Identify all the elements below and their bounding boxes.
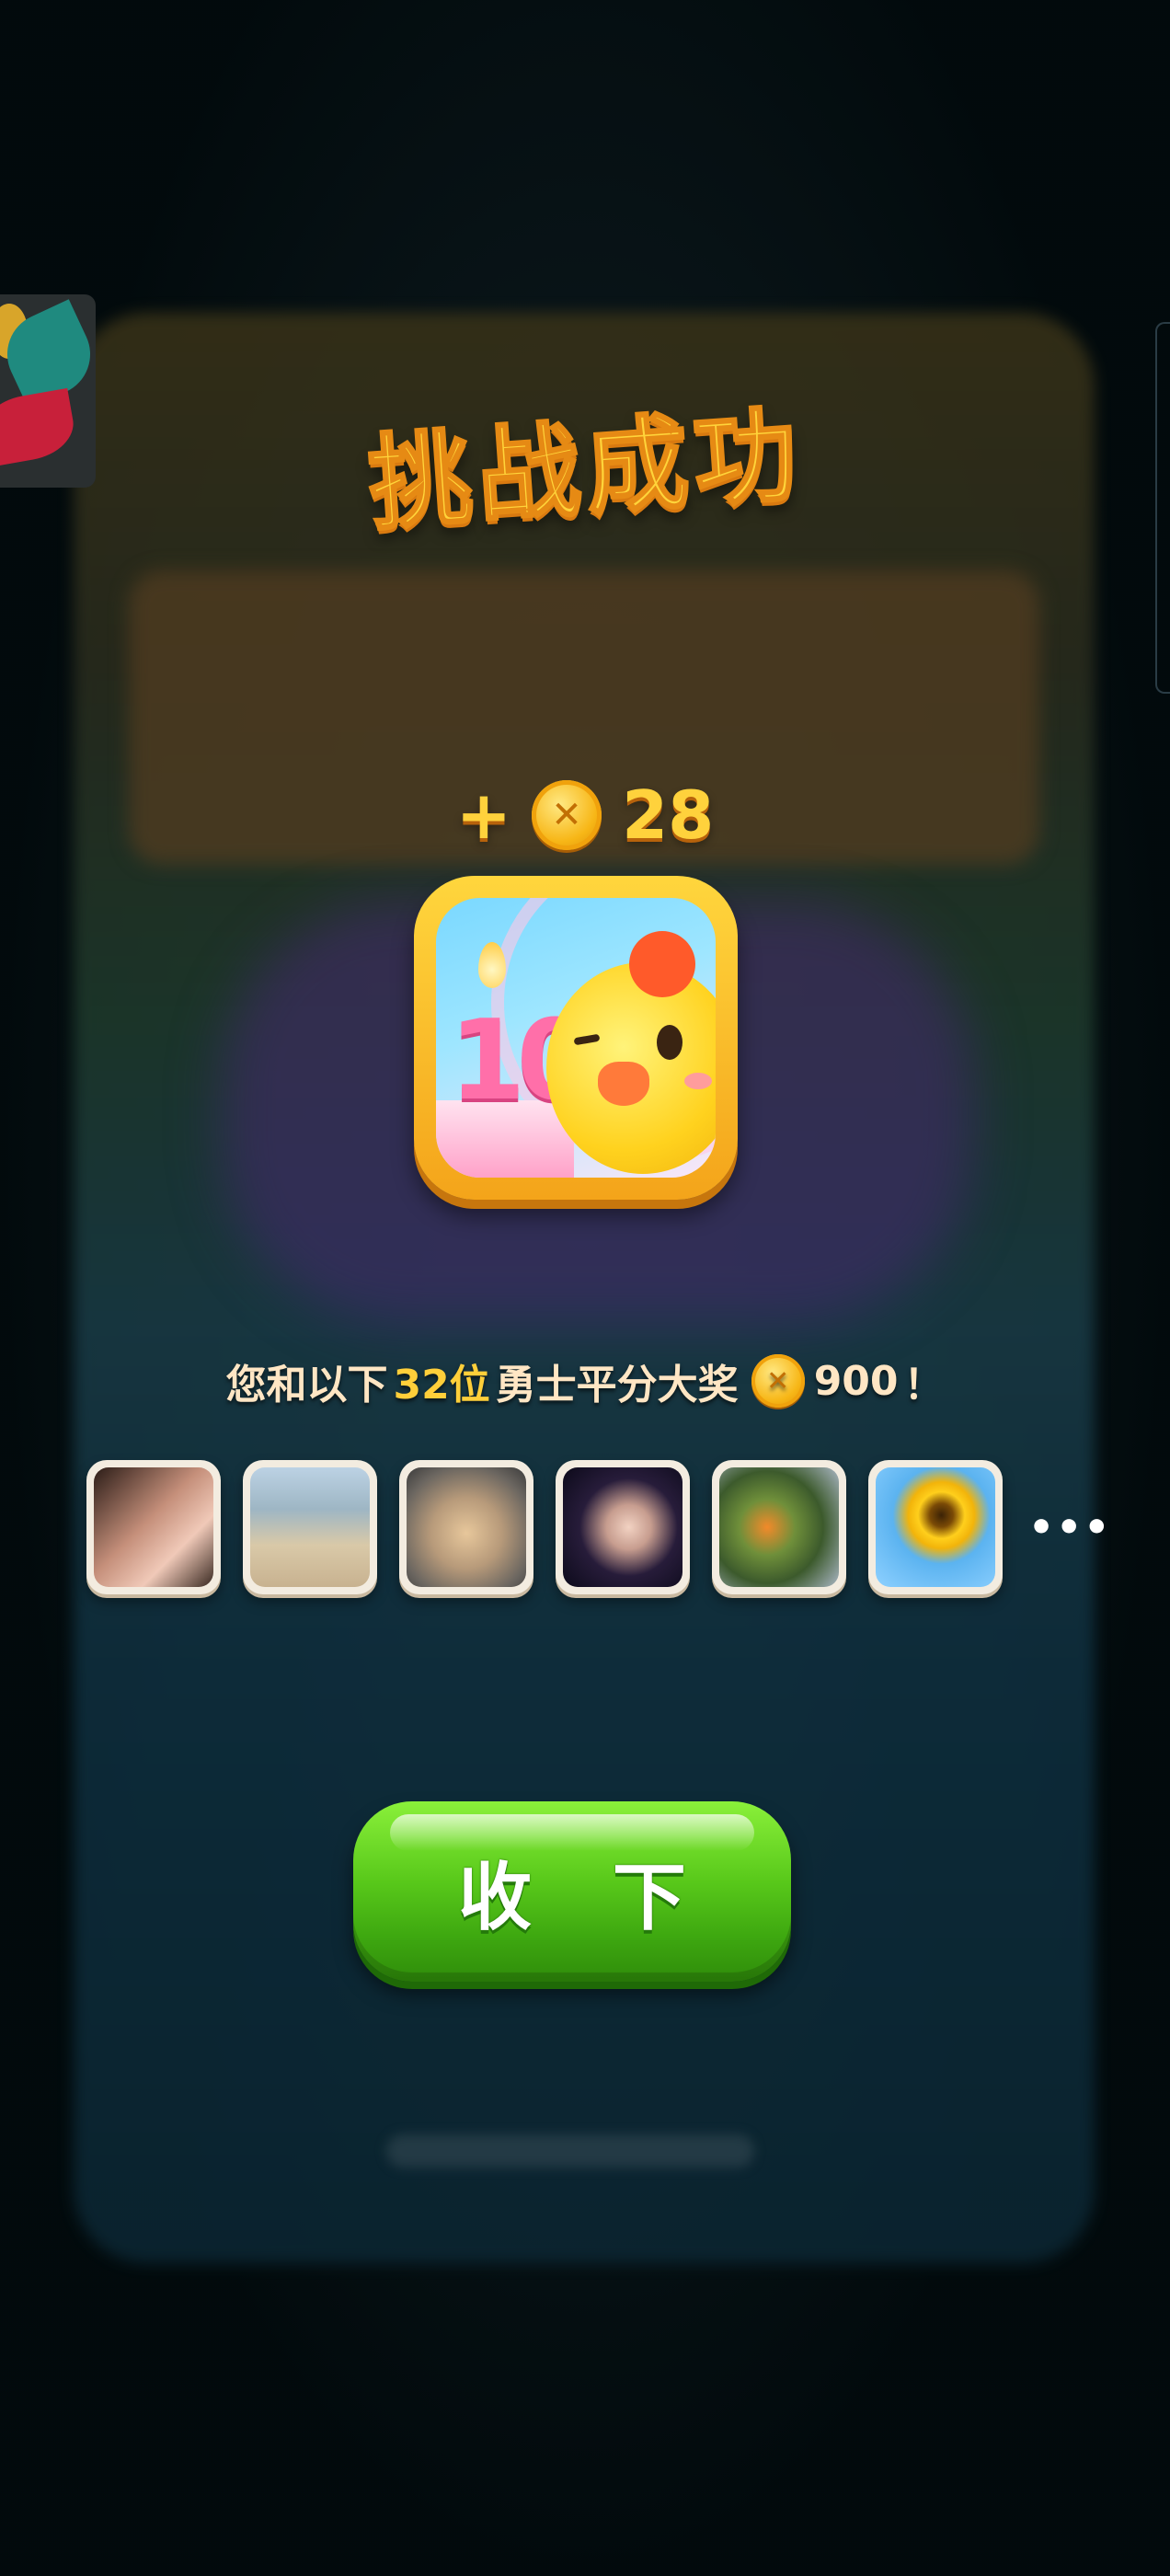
collect-button[interactable]: 收 下: [353, 1801, 791, 1982]
avatar[interactable]: [868, 1460, 1003, 1594]
share-middle: 勇士平分大奖: [495, 1362, 739, 1409]
reward-amount: 28: [622, 776, 715, 854]
prize-amount: 900: [813, 1357, 899, 1405]
avatar[interactable]: [243, 1460, 377, 1594]
participant-avatars: •••: [86, 1455, 1111, 1599]
share-prefix: 您和以下: [225, 1362, 388, 1409]
share-prize-text: 您和以下 32位 勇士平分大奖 ✕ 900 ！: [0, 1349, 1170, 1413]
chick-birthday-icon: 10: [414, 876, 738, 1200]
collect-button-label: 收 下: [458, 1855, 714, 1940]
background-bar: [386, 2134, 754, 2168]
avatar[interactable]: [712, 1460, 846, 1594]
avatar[interactable]: [556, 1460, 690, 1594]
share-suffix: ！: [903, 1362, 945, 1409]
coin-icon: ✕: [751, 1354, 805, 1408]
more-participants-indicator[interactable]: •••: [1028, 1504, 1111, 1551]
participant-count: 32位: [393, 1362, 490, 1409]
avatar[interactable]: [86, 1460, 221, 1594]
coin-icon: ✕: [532, 780, 602, 850]
reward-row: + ✕ 28: [0, 769, 1170, 861]
reward-plus: +: [455, 776, 512, 854]
avatar[interactable]: [399, 1460, 533, 1594]
